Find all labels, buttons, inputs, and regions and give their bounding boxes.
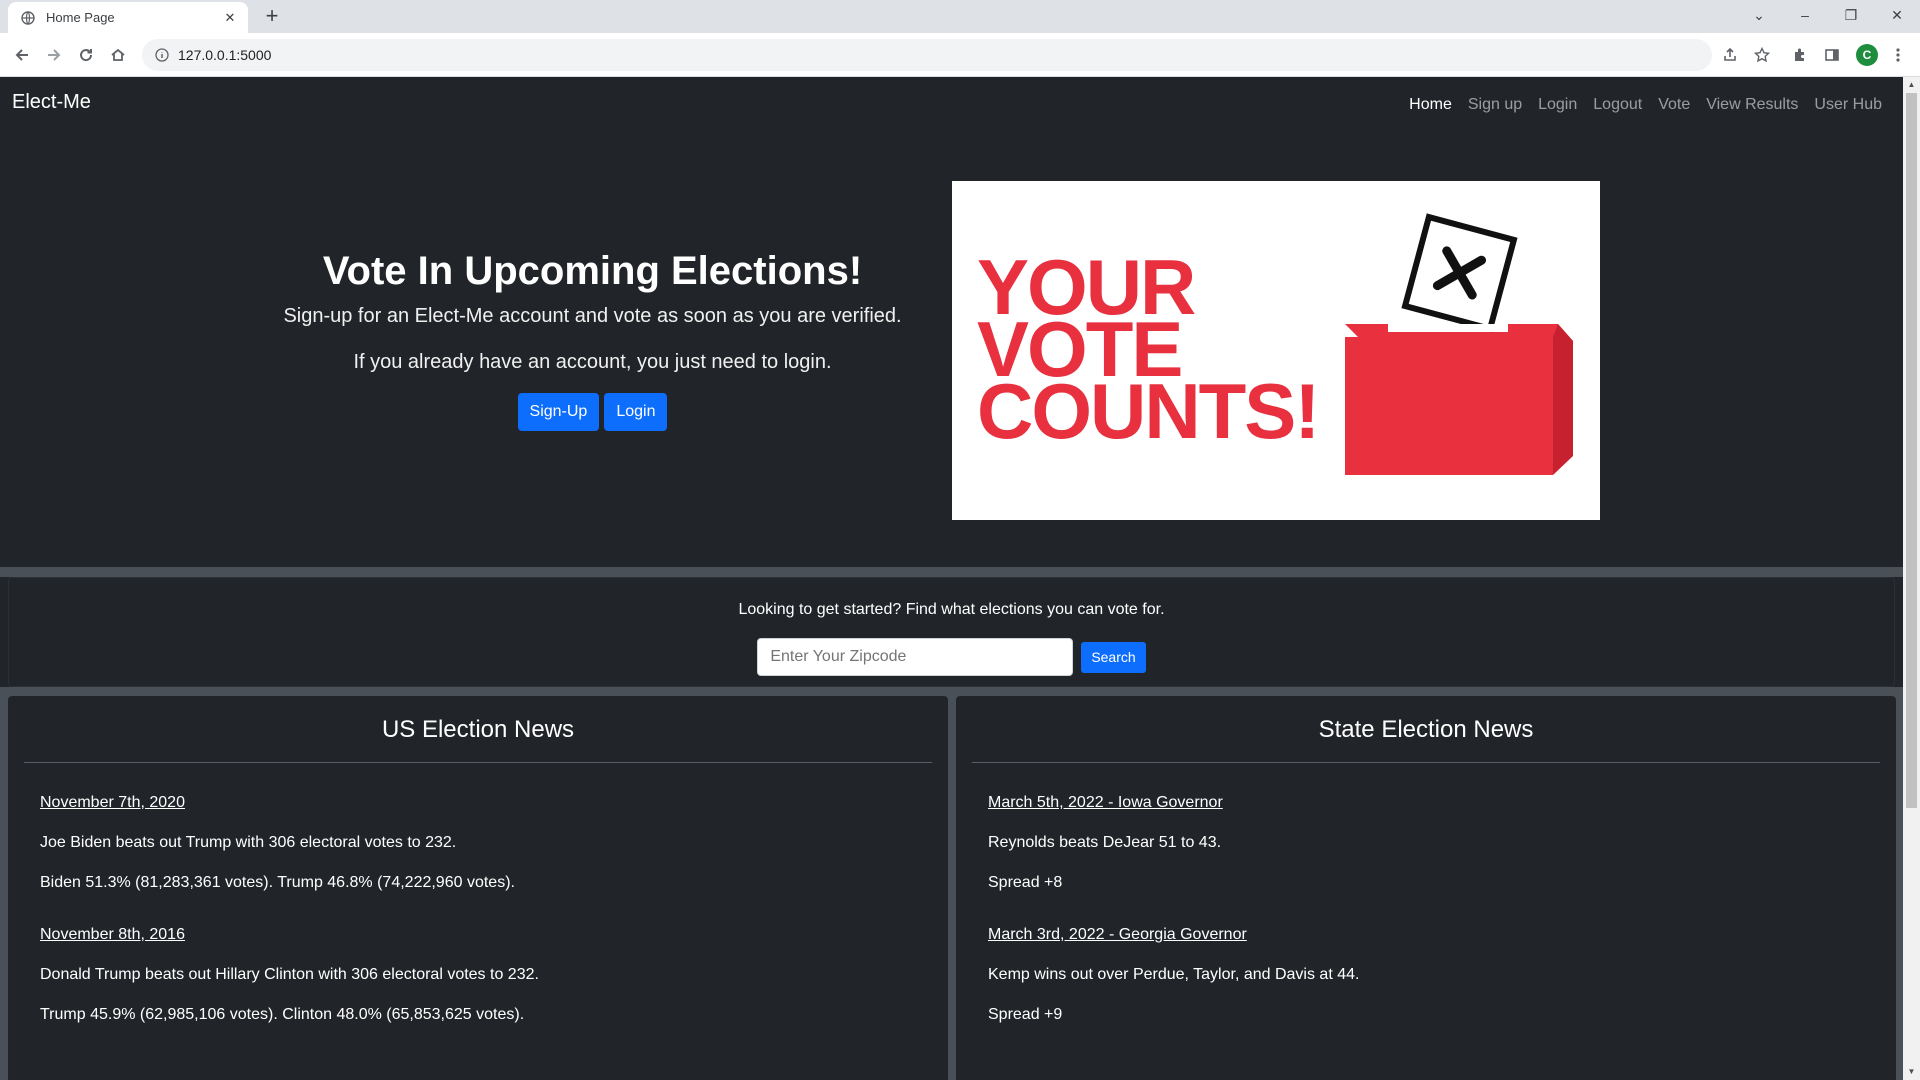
- news-line: Biden 51.3% (81,283,361 votes). Trump 46…: [40, 874, 515, 891]
- zipcode-input[interactable]: [757, 638, 1074, 676]
- browser-toolbar: 127.0.0.1:5000 C: [0, 33, 1920, 77]
- news-line: Spread +9: [988, 1006, 1063, 1023]
- brand-logo[interactable]: Elect-Me: [12, 91, 91, 114]
- news-line: Joe Biden beats out Trump with 306 elect…: [40, 834, 457, 851]
- news-item: March 5th, 2022 - Iowa Governor Reynolds…: [988, 791, 1896, 895]
- section-divider: [0, 687, 1903, 695]
- tab-title: Home Page: [46, 10, 115, 25]
- scrollbar-thumb[interactable]: [1906, 93, 1917, 808]
- forward-icon[interactable]: [40, 41, 68, 69]
- nav-links: Home Sign up Login Logout Vote View Resu…: [1401, 93, 1890, 117]
- state-news-heading: State Election News: [972, 712, 1880, 763]
- section-divider: [0, 567, 1903, 577]
- tab-search-icon[interactable]: ⌄: [1736, 0, 1782, 30]
- page-viewport: Elect-Me Home Sign up Login Logout Vote …: [0, 77, 1903, 1080]
- nav-logout[interactable]: Logout: [1585, 93, 1650, 117]
- news-line: Spread +8: [988, 874, 1063, 891]
- zipcode-search-panel: Looking to get started? Find what electi…: [8, 577, 1895, 687]
- news-date-link[interactable]: March 3rd, 2022 - Georgia Governor: [988, 923, 1896, 947]
- share-icon[interactable]: [1716, 41, 1744, 69]
- browser-tab[interactable]: Home Page ✕: [8, 2, 248, 33]
- news-line: Trump 45.9% (62,985,106 votes). Clinton …: [40, 1006, 525, 1023]
- your-vote-counts-image: YOUR VOTE COUNTS!: [952, 181, 1600, 520]
- restore-icon[interactable]: ❐: [1828, 0, 1874, 30]
- scroll-up-icon[interactable]: ▲: [1903, 77, 1920, 93]
- browser-tabstrip: Home Page ✕ + ⌄ – ❐ ✕: [0, 0, 1920, 33]
- minimize-icon[interactable]: –: [1782, 0, 1828, 30]
- new-tab-icon[interactable]: +: [260, 5, 284, 29]
- back-icon[interactable]: [8, 41, 36, 69]
- news-date-link[interactable]: March 5th, 2022 - Iowa Governor: [988, 791, 1896, 815]
- news-date-link[interactable]: November 8th, 2016: [40, 923, 948, 947]
- news-date-link[interactable]: November 7th, 2020: [40, 791, 948, 815]
- login-button[interactable]: Login: [604, 393, 668, 431]
- address-bar[interactable]: 127.0.0.1:5000: [142, 39, 1712, 71]
- hero-title: Vote In Upcoming Elections!: [322, 249, 863, 293]
- url-text: 127.0.0.1:5000: [178, 47, 272, 63]
- scroll-down-icon[interactable]: ▼: [1903, 1064, 1920, 1080]
- ballot-box-illustration: [1345, 213, 1573, 475]
- hero-login-text: If you already have an account, you just…: [353, 351, 832, 373]
- profile-avatar[interactable]: C: [1856, 44, 1878, 66]
- us-election-news-card: US Election News November 7th, 2020 Joe …: [8, 696, 948, 1080]
- news-line: Kemp wins out over Perdue, Taylor, and D…: [988, 966, 1360, 983]
- bookmark-star-icon[interactable]: [1748, 41, 1776, 69]
- state-election-news-card: State Election News March 5th, 2022 - Io…: [956, 696, 1896, 1080]
- close-window-icon[interactable]: ✕: [1874, 0, 1920, 30]
- nav-signup[interactable]: Sign up: [1460, 93, 1530, 117]
- news-item: March 3rd, 2022 - Georgia Governor Kemp …: [988, 923, 1896, 1027]
- nav-view-results[interactable]: View Results: [1698, 93, 1806, 117]
- site-navbar: Elect-Me Home Sign up Login Logout Vote …: [0, 77, 1903, 133]
- reload-icon[interactable]: [72, 41, 100, 69]
- nav-user-hub[interactable]: User Hub: [1806, 93, 1890, 117]
- hero-section: Vote In Upcoming Elections! Sign-up for …: [250, 247, 935, 431]
- page-scrollbar[interactable]: ▲ ▼: [1903, 77, 1920, 1080]
- news-line: Reynolds beats DeJear 51 to 43.: [988, 834, 1222, 851]
- signup-button[interactable]: Sign-Up: [517, 393, 600, 431]
- nav-login[interactable]: Login: [1530, 93, 1585, 117]
- close-tab-icon[interactable]: ✕: [222, 10, 238, 26]
- nav-home[interactable]: Home: [1401, 93, 1460, 117]
- menu-kebab-icon[interactable]: [1884, 41, 1912, 69]
- news-item: November 7th, 2020 Joe Biden beats out T…: [40, 791, 948, 895]
- globe-icon: [20, 10, 36, 26]
- nav-vote[interactable]: Vote: [1650, 93, 1698, 117]
- news-item: November 8th, 2016 Donald Trump beats ou…: [40, 923, 948, 1027]
- hero-signup-text: Sign-up for an Elect-Me account and vote…: [283, 305, 902, 327]
- search-prompt: Looking to get started? Find what electi…: [738, 601, 1165, 618]
- news-line: Donald Trump beats out Hillary Clinton w…: [40, 966, 539, 983]
- home-icon[interactable]: [104, 41, 132, 69]
- site-info-icon[interactable]: [154, 47, 170, 63]
- search-button[interactable]: Search: [1081, 641, 1146, 673]
- extensions-icon[interactable]: [1786, 41, 1814, 69]
- us-news-heading: US Election News: [24, 712, 932, 763]
- side-panel-icon[interactable]: [1818, 41, 1846, 69]
